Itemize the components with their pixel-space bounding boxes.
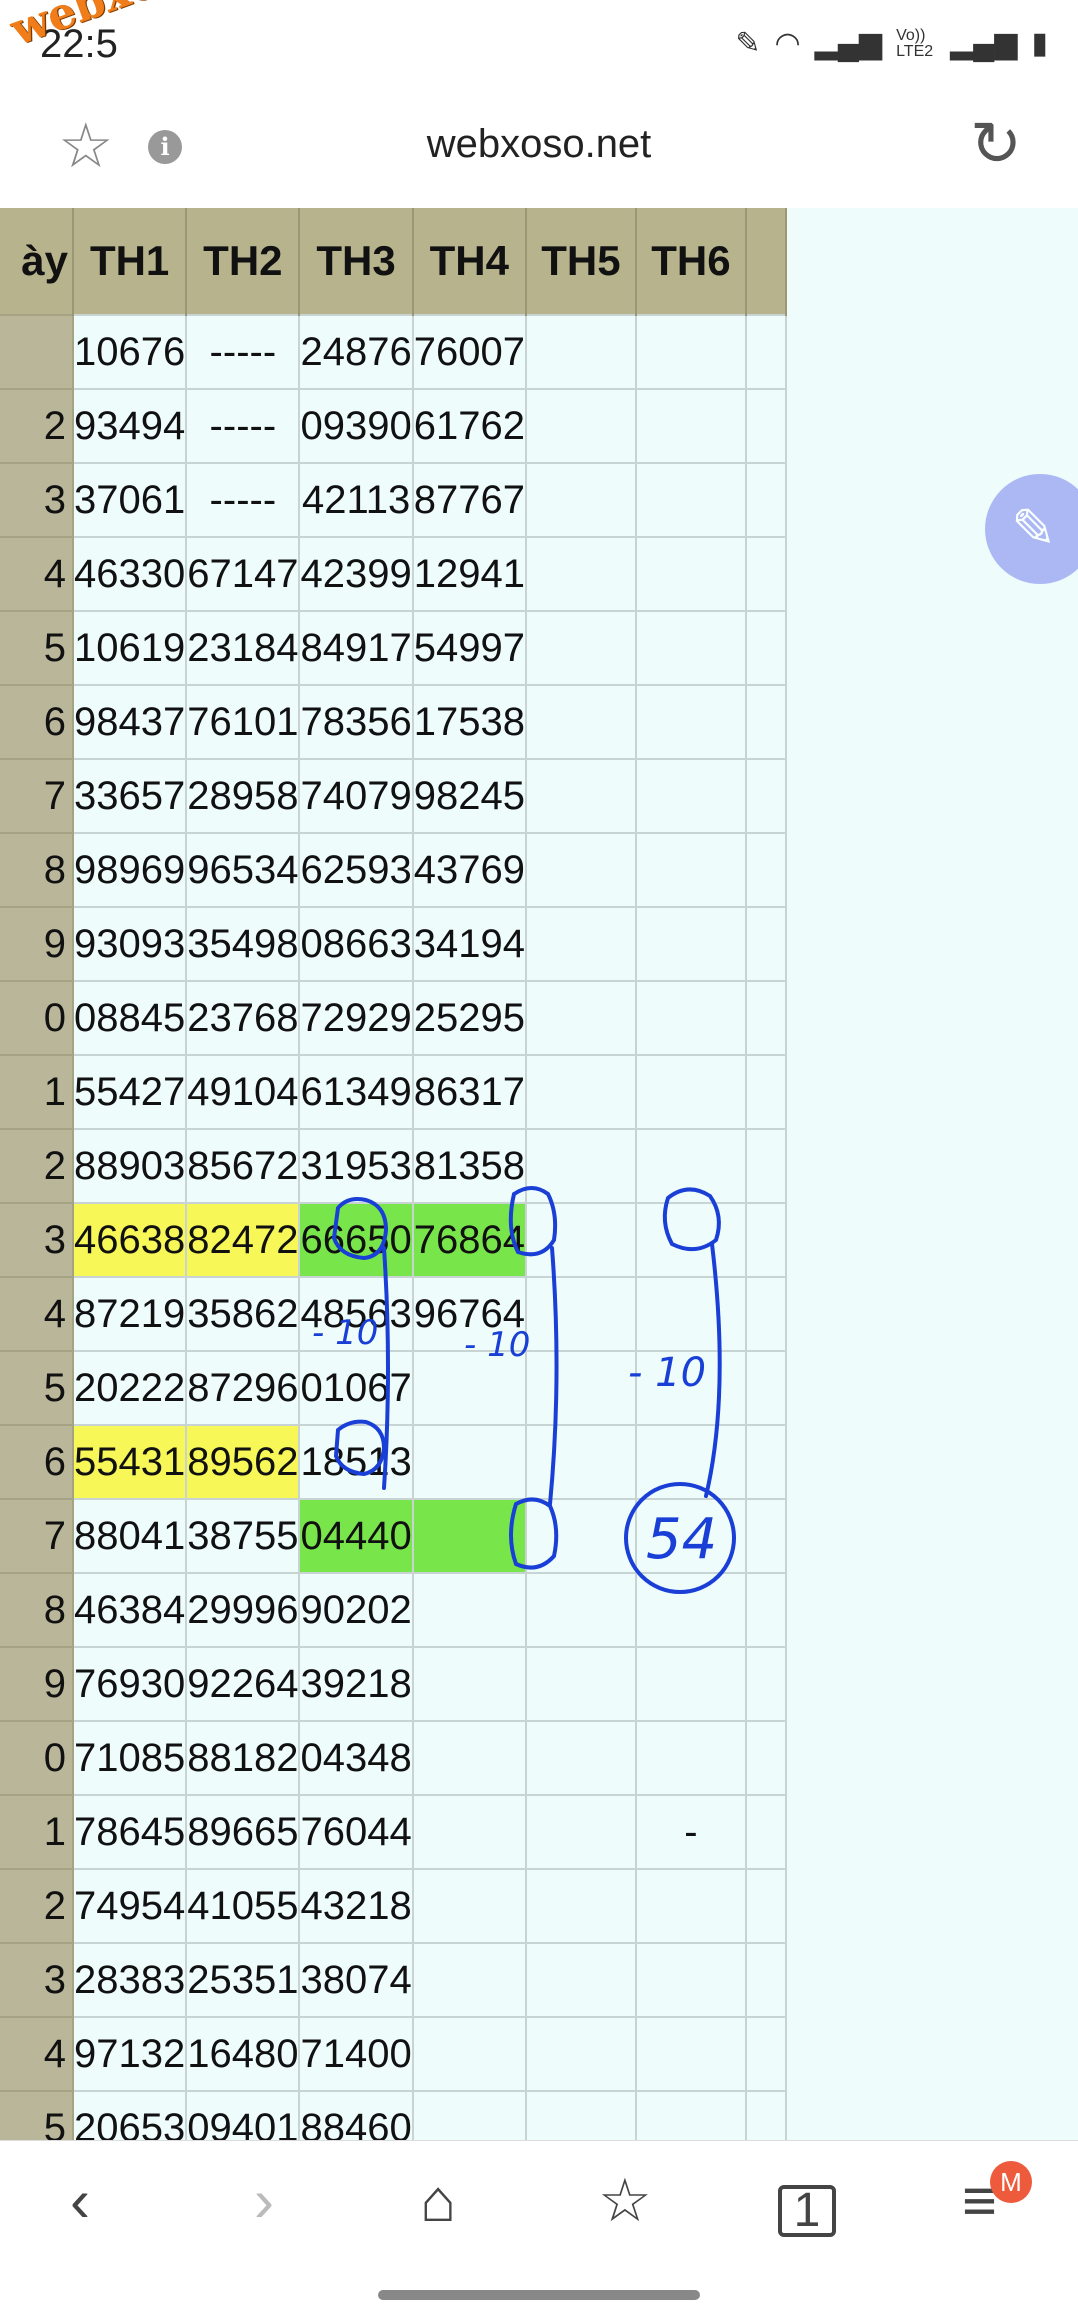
bracket-stroke [548, 1246, 559, 1506]
signal-icon: ▂▄▆ [950, 27, 1018, 60]
forward-icon[interactable]: › [254, 2171, 274, 2231]
results-table-container[interactable]: ày TH1 TH2 TH3 TH4 TH5 TH6 10676 ----- 24876 7600… [0, 208, 1078, 2140]
home-indicator[interactable] [378, 2290, 700, 2300]
circle-stroke [509, 1497, 559, 1570]
tabs-icon[interactable]: 1 [778, 2185, 836, 2237]
battery-icon: ▮ [1031, 27, 1048, 60]
circle-stroke [662, 1187, 721, 1252]
annotation-minus-ten: - 10 [628, 1350, 706, 1396]
home-icon[interactable]: ⌂ [420, 2171, 456, 2231]
annotation-minus-ten: - 10 [312, 1313, 378, 1353]
circle-stroke [331, 1197, 389, 1261]
circle-stroke [508, 1186, 558, 1257]
browser-url-bar: ☆ i webxoso.net ↻ [0, 100, 1078, 209]
annotation-circled-number: 54 [646, 1507, 717, 1572]
bookmarks-star-icon[interactable]: ☆ [598, 2171, 652, 2231]
annotation-minus-ten: - 10 [464, 1325, 530, 1365]
bracket-stroke [704, 1242, 722, 1498]
status-bar: 22:5 webxoso.net ✎ ◠ ▂▄▆ Vo)) LTE2 ▂▄▆ ▮ [0, 0, 1078, 100]
status-icons: ✎ ◠ ▂▄▆ Vo)) LTE2 ▂▄▆ ▮ [735, 26, 1048, 61]
pencil-icon: ✎ [1011, 499, 1057, 559]
back-icon[interactable]: ‹ [70, 2171, 90, 2231]
circle-stroke [333, 1419, 387, 1477]
bracket-stroke [382, 1246, 390, 1490]
handwritten-annotations: - 10 - 10 - 10 54 [312, 1186, 736, 1594]
url-text[interactable]: webxoso.net [0, 122, 1078, 167]
reload-icon[interactable]: ↻ [970, 114, 1022, 176]
pen-icon: ✎ [735, 27, 761, 60]
signal-icon: ▂▄▆ [814, 27, 883, 60]
wifi-icon: ◠ [774, 27, 801, 60]
volte-icon: Vo)) LTE2 [896, 26, 934, 60]
notification-badge: M [990, 2161, 1032, 2203]
